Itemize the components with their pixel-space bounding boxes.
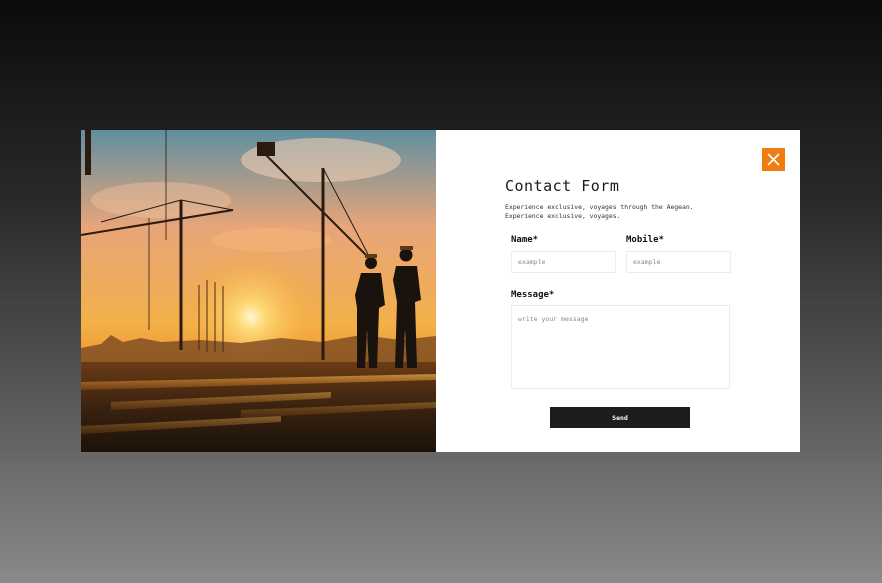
message-label: Message*: [511, 290, 555, 300]
name-input[interactable]: [511, 251, 616, 273]
name-mobile-row: Name* Mobile*: [511, 235, 731, 273]
form-panel: Contact Form Experience exclusive, voyag…: [436, 130, 800, 452]
mobile-input[interactable]: [626, 251, 731, 273]
construction-image: [81, 130, 436, 452]
name-label: Name*: [511, 235, 539, 245]
message-input[interactable]: [511, 305, 730, 389]
name-field-group: Name*: [511, 235, 616, 273]
send-button[interactable]: Send: [550, 407, 690, 428]
subtitle-line-2: Experience exclusive, voyages.: [505, 212, 621, 220]
contact-modal: Contact Form Experience exclusive, voyag…: [81, 130, 800, 452]
contact-form: Contact Form Experience exclusive, voyag…: [505, 177, 731, 393]
close-icon: [767, 153, 780, 166]
mobile-field-group: Mobile*: [626, 235, 731, 273]
mobile-label: Mobile*: [626, 235, 664, 245]
message-field-group: Message*: [511, 290, 731, 393]
form-subtitle: Experience exclusive, voyages through th…: [505, 203, 731, 221]
subtitle-line-1: Experience exclusive, voyages through th…: [505, 203, 694, 211]
close-button[interactable]: [762, 148, 785, 171]
construction-photo: [81, 130, 436, 452]
form-title: Contact Form: [505, 177, 620, 195]
